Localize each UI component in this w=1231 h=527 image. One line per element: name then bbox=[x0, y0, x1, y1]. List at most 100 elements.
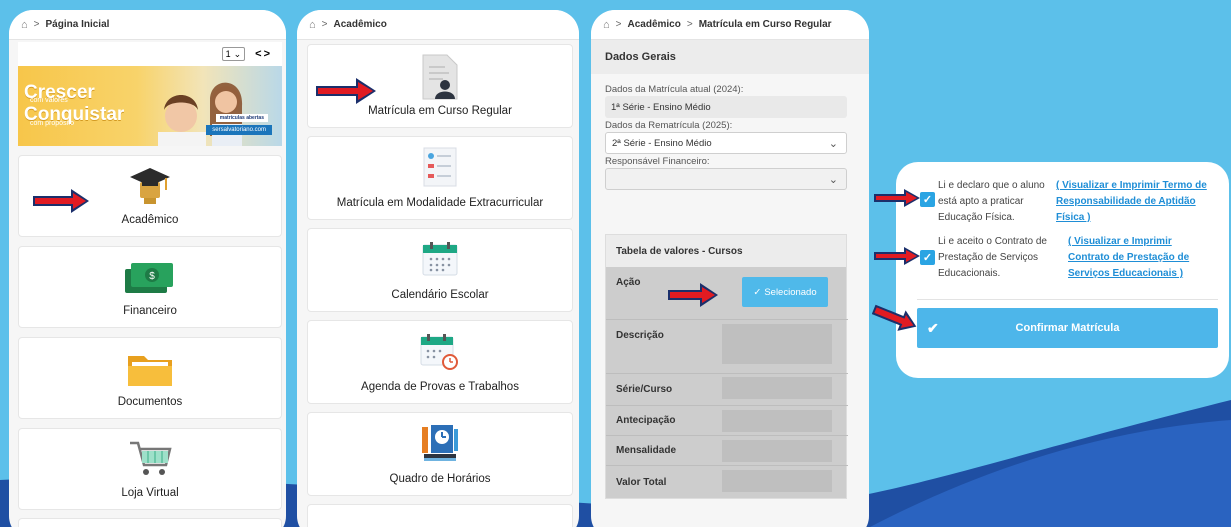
row-label: Antecipação bbox=[616, 415, 676, 426]
checkbox-contrato[interactable]: ✓ bbox=[920, 250, 935, 265]
red-arrow-icon bbox=[872, 304, 917, 331]
banner-controls: 1 ⌄ <> bbox=[18, 42, 282, 66]
money-icon: $ bbox=[125, 263, 173, 293]
banner-page-select[interactable]: 1 ⌄ bbox=[221, 47, 246, 61]
menu-card-agenda-provas[interactable]: Agenda de Provas e Trabalhos bbox=[307, 320, 573, 404]
menu-label: Documentos bbox=[117, 396, 183, 408]
check-icon: ✓ bbox=[922, 252, 933, 264]
check-icon: ✓ bbox=[922, 194, 933, 206]
guardian-select[interactable]: ⌄ bbox=[605, 168, 847, 190]
confirm-enrollment-button[interactable]: ✔ Confirmar Matrícula bbox=[917, 308, 1218, 348]
menu-card-matricula-extracurricular[interactable]: Matrícula em Modalidade Extracurricular bbox=[307, 136, 573, 220]
enrollment-document-icon bbox=[422, 54, 458, 100]
link-line: ( Visualizar e Imprimir Termo de bbox=[1056, 180, 1207, 191]
menu-card-quadro-horarios[interactable]: Quadro de Horários bbox=[307, 412, 573, 496]
banner-subline-2: com propósito bbox=[30, 120, 74, 127]
descricao-value bbox=[722, 324, 832, 364]
calendar-icon bbox=[422, 242, 458, 276]
chevron-down-icon: ⌄ bbox=[828, 137, 838, 150]
link-contrato[interactable]: ( Visualizar e Imprimir Contrato de Pres… bbox=[1068, 234, 1189, 282]
red-arrow-icon bbox=[668, 283, 718, 307]
row-label: Valor Total bbox=[616, 477, 667, 488]
svg-text:$: $ bbox=[149, 271, 155, 282]
label-line: Educacionais. bbox=[938, 268, 1001, 279]
serie-value bbox=[722, 377, 832, 399]
banner-tag: matrículas abertas bbox=[215, 114, 268, 122]
chevron-right-icon: > bbox=[686, 19, 693, 30]
renewal-value: 2ª Série - Ensino Médio bbox=[612, 137, 712, 149]
breadcrumb-level2: Matrícula em Curso Regular bbox=[698, 19, 832, 30]
current-enrollment-field: 1ª Série - Ensino Médio bbox=[605, 96, 847, 118]
table-title: Tabela de valores - Cursos bbox=[606, 235, 846, 267]
breadcrumb-page: Página Inicial bbox=[45, 19, 110, 30]
check-icon: ✔ bbox=[927, 319, 939, 336]
row-label: Série/Curso bbox=[616, 384, 673, 395]
chevron-right-icon: > bbox=[321, 19, 328, 30]
menu-label: Quadro de Horários bbox=[389, 473, 491, 485]
menu-label: Matrícula em Curso Regular bbox=[368, 105, 512, 117]
menu-card-partial[interactable] bbox=[18, 518, 282, 527]
link-line: ( Visualizar e Imprimir bbox=[1068, 236, 1172, 247]
home-icon[interactable]: ⌂ bbox=[603, 19, 610, 31]
label-line: Prestação de Serviços bbox=[938, 252, 1039, 263]
graduation-cap-icon bbox=[130, 168, 170, 204]
banner-site: sersalvatoriano.com bbox=[206, 125, 272, 135]
renewal-select[interactable]: 2ª Série - Ensino Médio ⌄ bbox=[605, 132, 847, 154]
selected-button[interactable]: ✓ Selecionado bbox=[742, 277, 828, 307]
section-title: Dados Gerais bbox=[591, 40, 869, 74]
row-label: Descrição bbox=[616, 330, 664, 341]
current-enrollment-label: Dados da Matrícula atual (2024): bbox=[605, 84, 744, 95]
confirm-panel: ✓ Li e declaro que o aluno está apto a p… bbox=[896, 162, 1229, 378]
folder-icon bbox=[128, 356, 172, 386]
shopping-cart-icon bbox=[130, 441, 172, 475]
menu-card-calendario[interactable]: Calendário Escolar bbox=[307, 228, 573, 312]
promo-banner[interactable]: Crescer com valores Conquistar com propó… bbox=[18, 66, 282, 146]
menu-card-partial[interactable] bbox=[307, 504, 573, 527]
link-line: Serviços Educacionais ) bbox=[1068, 268, 1184, 279]
table-row-descricao: Descrição bbox=[606, 319, 848, 373]
menu-card-documentos[interactable]: Documentos bbox=[18, 337, 282, 419]
red-arrow-icon bbox=[874, 247, 920, 265]
link-termo-aptidao[interactable]: ( Visualizar e Imprimir Termo de Respons… bbox=[1056, 178, 1207, 226]
row-label: Mensalidade bbox=[616, 445, 677, 456]
link-line: Responsabilidade de Aptidão bbox=[1056, 196, 1196, 207]
table-row-antecipacao: Antecipação bbox=[606, 405, 848, 435]
selected-button-label: Selecionado bbox=[764, 286, 817, 298]
link-line: Física ) bbox=[1056, 212, 1091, 223]
checkbox-educacao-fisica[interactable]: ✓ bbox=[920, 192, 935, 207]
chevron-right-icon: > bbox=[33, 19, 40, 30]
matricula-screen: ⌂ > Acadêmico > Matrícula em Curso Regul… bbox=[591, 10, 869, 527]
menu-card-loja-virtual[interactable]: Loja Virtual bbox=[18, 428, 282, 510]
breadcrumb: ⌂ > Acadêmico bbox=[297, 10, 579, 40]
banner-nav-arrows[interactable]: <> bbox=[255, 48, 272, 60]
label-line: está apto a praticar bbox=[938, 196, 1024, 207]
label-line: Li e aceito o Contrato de bbox=[938, 236, 1047, 247]
chevron-down-icon: ⌄ bbox=[233, 48, 242, 59]
check-icon: ✓ bbox=[753, 286, 762, 298]
confirm-button-label: Confirmar Matrícula bbox=[1015, 322, 1120, 334]
checkbox-label-educacao-fisica: Li e declaro que o aluno está apto a pra… bbox=[938, 178, 1045, 226]
antecipacao-value bbox=[722, 410, 832, 432]
menu-label: Agenda de Provas e Trabalhos bbox=[361, 381, 519, 393]
table-row-mensalidade: Mensalidade bbox=[606, 435, 848, 465]
home-icon[interactable]: ⌂ bbox=[309, 19, 316, 31]
red-arrow-icon bbox=[316, 78, 376, 104]
list-document-icon bbox=[423, 147, 457, 187]
table-row-valor-total: Valor Total bbox=[606, 465, 848, 499]
guardian-label: Responsável Financeiro: bbox=[605, 156, 710, 167]
banner-page-value: 1 bbox=[225, 49, 231, 59]
breadcrumb-level1[interactable]: Acadêmico bbox=[628, 19, 681, 30]
red-arrow-icon bbox=[874, 189, 920, 207]
divider bbox=[917, 299, 1218, 300]
banner-subline-1: com valores bbox=[30, 97, 68, 104]
row-label: Ação bbox=[616, 277, 641, 288]
table-row-serie: Série/Curso bbox=[606, 373, 848, 405]
renewal-label: Dados da Rematrícula (2025): bbox=[605, 120, 733, 131]
menu-label: Financeiro bbox=[123, 305, 177, 317]
breadcrumb-page: Acadêmico bbox=[333, 19, 387, 30]
menu-label: Loja Virtual bbox=[121, 487, 179, 499]
menu-label: Acadêmico bbox=[121, 214, 179, 226]
home-icon[interactable]: ⌂ bbox=[21, 19, 28, 31]
label-line: Li e declaro que o aluno bbox=[938, 180, 1045, 191]
menu-card-financeiro[interactable]: $ Financeiro bbox=[18, 246, 282, 328]
